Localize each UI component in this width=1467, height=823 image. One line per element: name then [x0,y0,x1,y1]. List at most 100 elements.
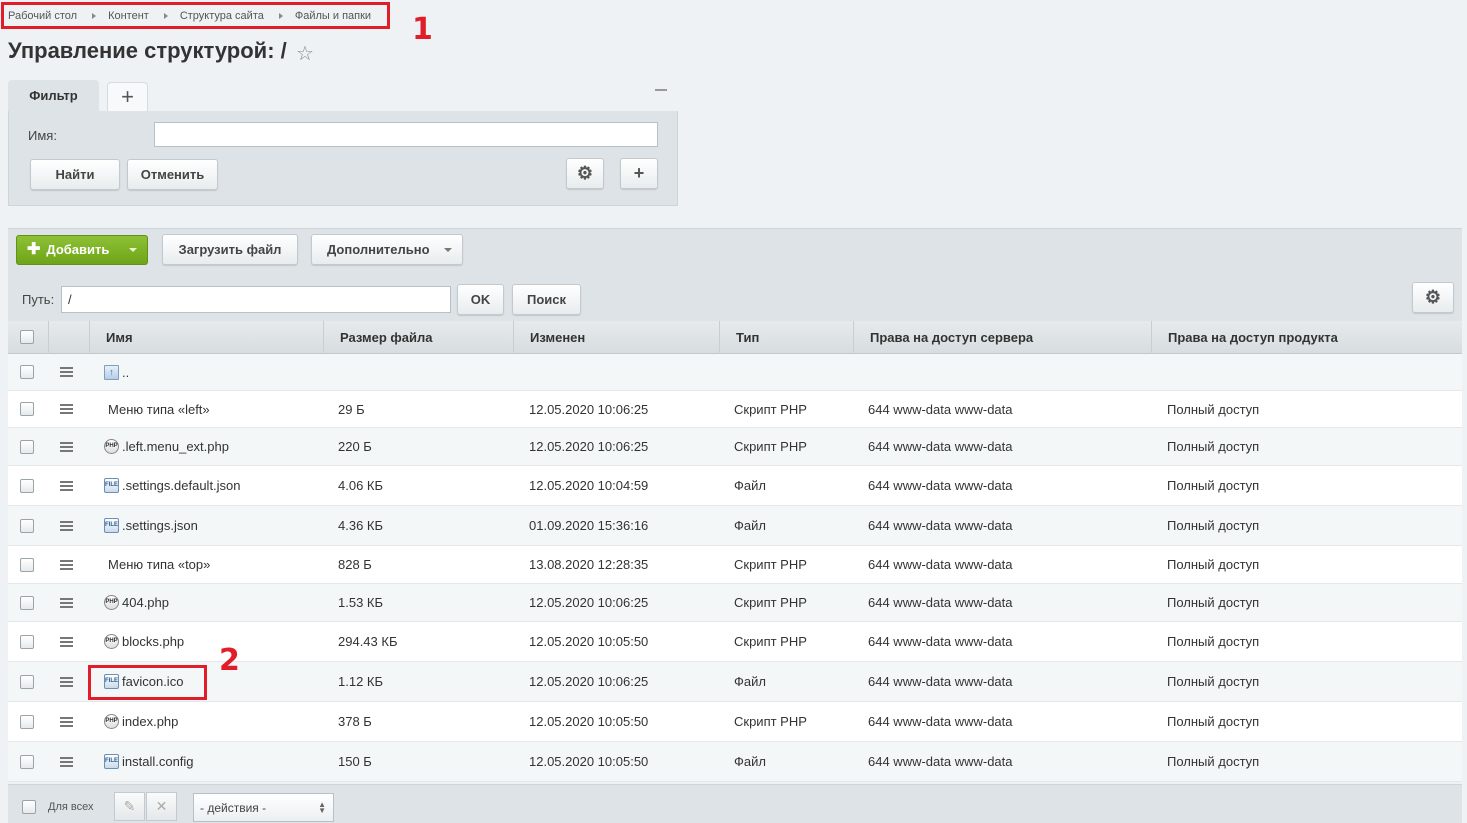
filter-add-field-plus-icon[interactable]: + [620,158,658,189]
for-all-checkbox[interactable] [22,800,36,814]
header-actions-column [48,321,89,354]
file-modified: 12.05.2020 10:06:25 [529,401,649,417]
annotation-box-favicon [88,665,207,700]
file-name-link[interactable]: Меню типа «left» [108,402,210,417]
row-menu-icon[interactable] [60,716,73,727]
row-menu-icon[interactable] [60,404,73,414]
file-modified: 12.05.2020 10:06:25 [529,439,649,454]
cancel-button[interactable]: Отменить [127,159,218,190]
filter-name-input[interactable] [154,122,658,147]
table-row[interactable]: Меню типа «top» 828 Б 13.08.2020 12:28:35 С… [8,546,1462,584]
row-checkbox[interactable] [20,714,34,729]
row-menu-icon[interactable] [60,367,73,377]
table-row[interactable]: PHP 404.php 1.53 КБ 12.05.2020 10:06:25 Скри… [8,584,1462,622]
file-name-link[interactable]: 404.php [122,595,169,610]
row-menu-icon[interactable] [60,597,73,608]
path-input[interactable]: / [61,286,451,313]
plus-icon: ✚ [27,241,41,258]
file-size: 1.53 КБ [338,595,384,610]
server-access: 644 www-data www-data [868,674,1013,689]
page-title: Управление структурой: / [8,38,287,63]
table-row[interactable]: Меню типа «left» 29 Б 12.05.2020 10:06:25 С… [8,391,1462,428]
row-checkbox[interactable] [20,754,34,769]
row-menu-icon[interactable] [60,636,73,647]
file-type: Скрипт PHP [734,401,807,417]
search-button[interactable]: Поиск [512,284,581,315]
server-access: 644 www-data www-data [868,478,1013,493]
more-dropdown-button[interactable]: Дополнительно [311,234,463,265]
row-checkbox[interactable] [20,478,34,493]
file-name-link[interactable]: .. [122,365,129,380]
table-row[interactable]: PHP .left.menu_ext.php 220 Б 12.05.2020 10:… [8,428,1462,466]
table-row[interactable]: FILE .settings.json 4.36 КБ 01.09.2020 15:3… [8,506,1462,546]
table-row[interactable]: PHP index.php 378 Б 12.05.2020 10:05:50 Скри… [8,702,1462,742]
table-body: ↑.. Меню типа «left» 29 Б 12.05.2020 10:06:… [8,354,1462,782]
table-row[interactable]: FILE install.config 150 Б 12.05.2020 10:05:… [8,742,1462,782]
header-name[interactable]: Имя [89,321,323,354]
file-name-link[interactable]: .left.menu_ext.php [122,439,229,454]
file-name-link[interactable]: Меню типа «top» [108,557,210,572]
file-type: Файл [734,518,766,533]
row-checkbox[interactable] [20,634,34,649]
row-checkbox[interactable] [20,595,34,610]
row-checkbox[interactable] [20,518,34,533]
row-menu-icon[interactable] [60,480,73,491]
product-access: Полный доступ [1167,518,1260,533]
filter-settings-gear-icon[interactable]: ⚙ [566,158,604,189]
header-product-access[interactable]: Права на доступ продукта [1151,321,1462,354]
product-access: Полный доступ [1167,478,1260,493]
header-type[interactable]: Тип [719,321,853,354]
edit-pencil-icon[interactable]: ✎ [114,792,145,821]
php-file-icon: PHP [104,439,119,454]
row-menu-icon[interactable] [60,559,73,570]
row-menu-icon[interactable] [60,520,73,531]
server-access: 644 www-data www-data [868,401,1013,417]
select-all-checkbox[interactable] [20,330,34,344]
files-table: Имя Размер файла Изменен Тип Права на до… [8,321,1462,782]
file-modified: 12.05.2020 10:05:50 [529,714,649,729]
add-button[interactable]: ✚ Добавить [16,235,148,265]
table-row[interactable]: FILE .settings.default.json 4.06 КБ 12.05.2… [8,466,1462,506]
row-menu-icon[interactable] [60,676,73,687]
row-checkbox[interactable] [20,557,34,572]
minimize-icon[interactable] [655,89,667,91]
file-size: 4.36 КБ [338,518,384,533]
grid-settings-gear-icon[interactable]: ⚙ [1412,282,1454,313]
file-type: Скрипт PHP [734,595,807,610]
find-button[interactable]: Найти [30,159,120,190]
star-icon[interactable]: ☆ [296,41,314,66]
file-name-link[interactable]: install.config [122,754,194,769]
upload-file-button[interactable]: Загрузить файл [162,234,298,265]
header-server-access[interactable]: Права на доступ сервера [853,321,1151,354]
file-icon: FILE [104,518,119,533]
server-access: 644 www-data www-data [868,634,1013,649]
row-checkbox[interactable] [20,402,34,416]
file-modified: 12.05.2020 10:06:25 [529,674,649,689]
actions-select[interactable]: - действия - ▲ ▼ [193,793,334,822]
add-filter-tab-button[interactable]: + [107,82,148,112]
tab-filter[interactable]: Фильтр [8,80,99,112]
file-icon: FILE [104,478,119,493]
row-menu-icon[interactable] [60,441,73,452]
server-access: 644 www-data www-data [868,557,1013,572]
file-name-link[interactable]: .settings.json [122,518,198,533]
row-checkbox[interactable] [20,674,34,689]
row-checkbox[interactable] [20,365,34,379]
product-access: Полный доступ [1167,674,1260,689]
product-access: Полный доступ [1167,557,1260,572]
product-access: Полный доступ [1167,714,1260,729]
more-dropdown-label: Дополнительно [327,242,430,257]
row-checkbox[interactable] [20,439,34,454]
file-size: 220 Б [338,439,372,454]
table-row[interactable]: ↑.. [8,354,1462,391]
path-label: Путь: [22,292,55,307]
file-name-link[interactable]: .settings.default.json [122,478,241,493]
row-menu-icon[interactable] [60,756,73,767]
file-name-link[interactable]: index.php [122,714,178,729]
ok-button[interactable]: OK [457,284,504,315]
php-file-icon: PHP [104,714,119,729]
header-size[interactable]: Размер файла [323,321,513,354]
file-name-link[interactable]: blocks.php [122,634,184,649]
header-modified[interactable]: Изменен [513,321,719,354]
delete-close-icon[interactable]: ✕ [146,792,177,821]
